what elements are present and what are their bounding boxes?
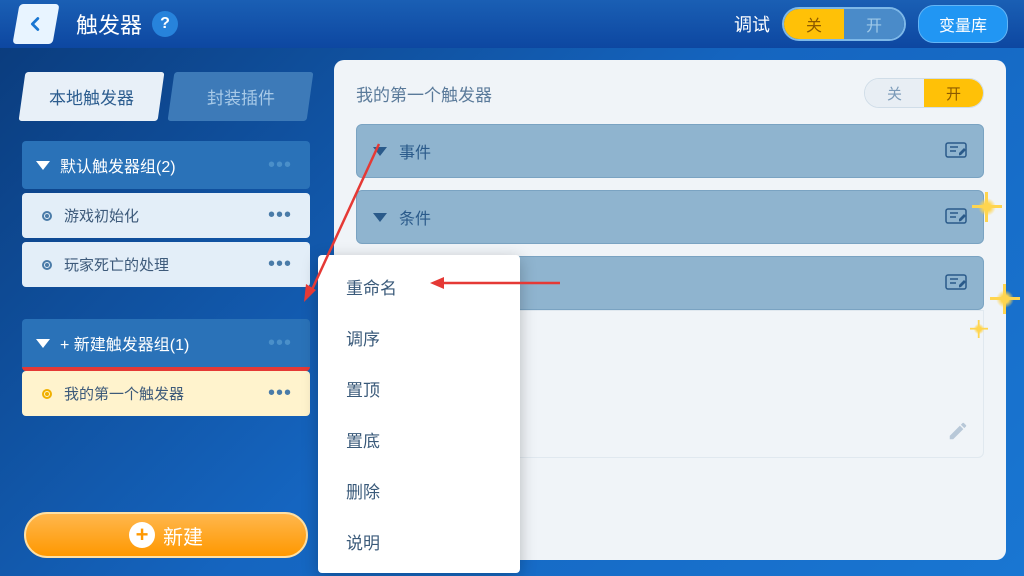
annotation-arrow [430,275,570,291]
topbar: 触发器 ? 调试 关 开 变量库 [0,0,1024,48]
trigger-item[interactable]: 玩家死亡的处理 ••• [22,242,310,287]
edit-icon[interactable] [945,208,967,226]
annotation-arrow [304,134,394,304]
trigger-item[interactable]: 游戏初始化 ••• [22,193,310,238]
help-icon[interactable]: ? [152,11,178,37]
collapse-icon [36,161,50,170]
item-menu-icon[interactable]: ••• [264,204,296,227]
pencil-icon[interactable] [947,420,969,447]
tab-plugins[interactable]: 封装插件 [168,72,314,121]
trigger-enable-toggle[interactable]: 关 开 [864,78,984,108]
collapse-icon [36,339,50,348]
edit-icon[interactable] [945,274,967,292]
item-menu-icon[interactable]: ••• [264,253,296,276]
group-menu-icon[interactable]: ••• [264,154,296,177]
section-condition[interactable]: 条件 [356,190,984,244]
trigger-item-selected[interactable]: 我的第一个触发器 ••• [22,371,310,416]
debug-toggle[interactable]: 关 开 [782,7,906,41]
trigger-toggle-on[interactable]: 开 [924,79,983,107]
bullet-icon [42,211,52,221]
group-menu-icon[interactable]: ••• [264,332,296,355]
sparkle-decoration [978,198,996,216]
edit-icon[interactable] [945,142,967,160]
item-menu-icon[interactable]: ••• [264,382,296,405]
group-header-default[interactable]: 默认触发器组(2) ••• [22,141,310,189]
trigger-toggle-off[interactable]: 关 [865,79,924,107]
tab-local-triggers[interactable]: 本地触发器 [19,72,165,121]
back-button[interactable] [12,4,59,44]
menu-move-top[interactable]: 置顶 [318,363,520,414]
group-header-new[interactable]: + 新建触发器组(1) ••• [22,319,310,371]
menu-reorder[interactable]: 调序 [318,312,520,363]
menu-delete[interactable]: 删除 [318,465,520,516]
page-title: 触发器 [76,8,142,40]
debug-toggle-off[interactable]: 关 [784,9,844,39]
plus-icon: + [129,522,155,548]
sidebar: 本地触发器 封装插件 默认触发器组(2) ••• 游戏初始化 ••• 玩家死亡的… [22,72,310,420]
section-event[interactable]: 事件 [356,124,984,178]
variable-library-button[interactable]: 变量库 [918,5,1008,43]
bullet-icon [42,260,52,270]
sidebar-tabs: 本地触发器 封装插件 [22,72,310,121]
sparkle-decoration [974,324,985,335]
menu-description[interactable]: 说明 [318,516,520,567]
group-title: 默认触发器组(2) [60,153,264,177]
debug-label: 调试 [734,11,770,37]
create-button[interactable]: + 新建 [24,512,308,558]
bullet-icon [42,389,52,399]
group-title: + 新建触发器组(1) [60,331,264,355]
trigger-name: 我的第一个触发器 [356,81,492,106]
debug-toggle-on[interactable]: 开 [844,9,904,39]
menu-move-bottom[interactable]: 置底 [318,414,520,465]
sparkle-decoration [996,290,1014,308]
